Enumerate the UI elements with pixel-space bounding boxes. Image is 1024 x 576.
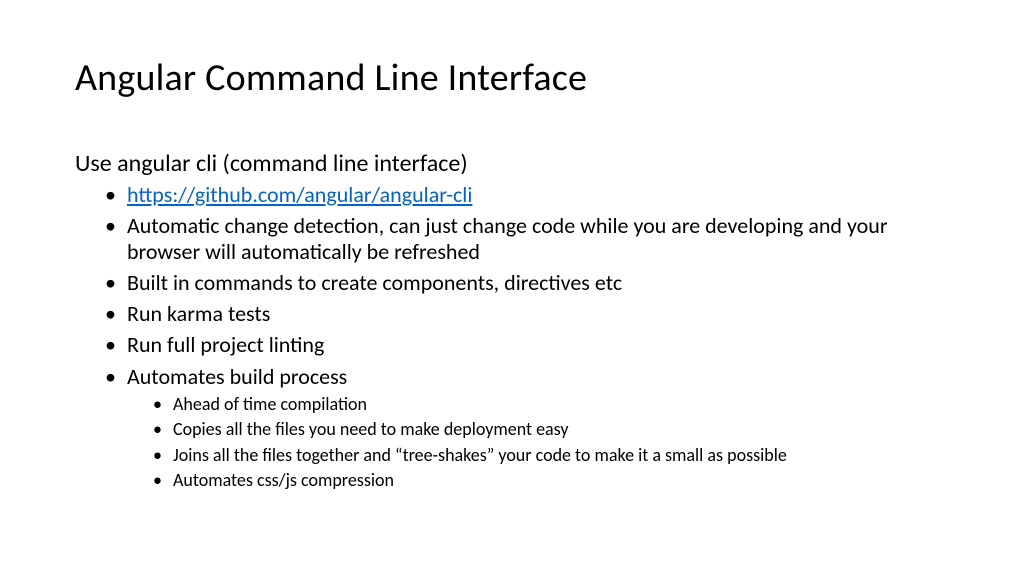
- github-link[interactable]: https://github.com/angular/angular-cli: [127, 181, 472, 208]
- list-item: Ahead of time compilation: [173, 393, 939, 416]
- list-item: Automatic change detection, can just cha…: [127, 213, 949, 264]
- list-item: Automates css/js compression: [173, 469, 939, 492]
- list-item: Copies all the files you need to make de…: [173, 418, 939, 441]
- list-item: Run full project linting: [127, 332, 949, 357]
- slide-title: Angular Command Line Interface: [75, 55, 949, 101]
- list-item: Built in commands to create components, …: [127, 270, 949, 295]
- list-item: Run karma tests: [127, 301, 949, 326]
- sub-bullet-list: Ahead of time compilation Copies all the…: [127, 393, 939, 493]
- slide-subtitle: Use angular cli (command line interface): [75, 149, 949, 178]
- list-item-text: Automates build process: [127, 363, 347, 390]
- list-item: https://github.com/angular/angular-cli: [127, 182, 949, 207]
- bullet-list: https://github.com/angular/angular-cli A…: [75, 182, 949, 493]
- list-item: Automates build process Ahead of time co…: [127, 364, 949, 493]
- list-item: Joins all the files together and “tree-s…: [173, 444, 939, 467]
